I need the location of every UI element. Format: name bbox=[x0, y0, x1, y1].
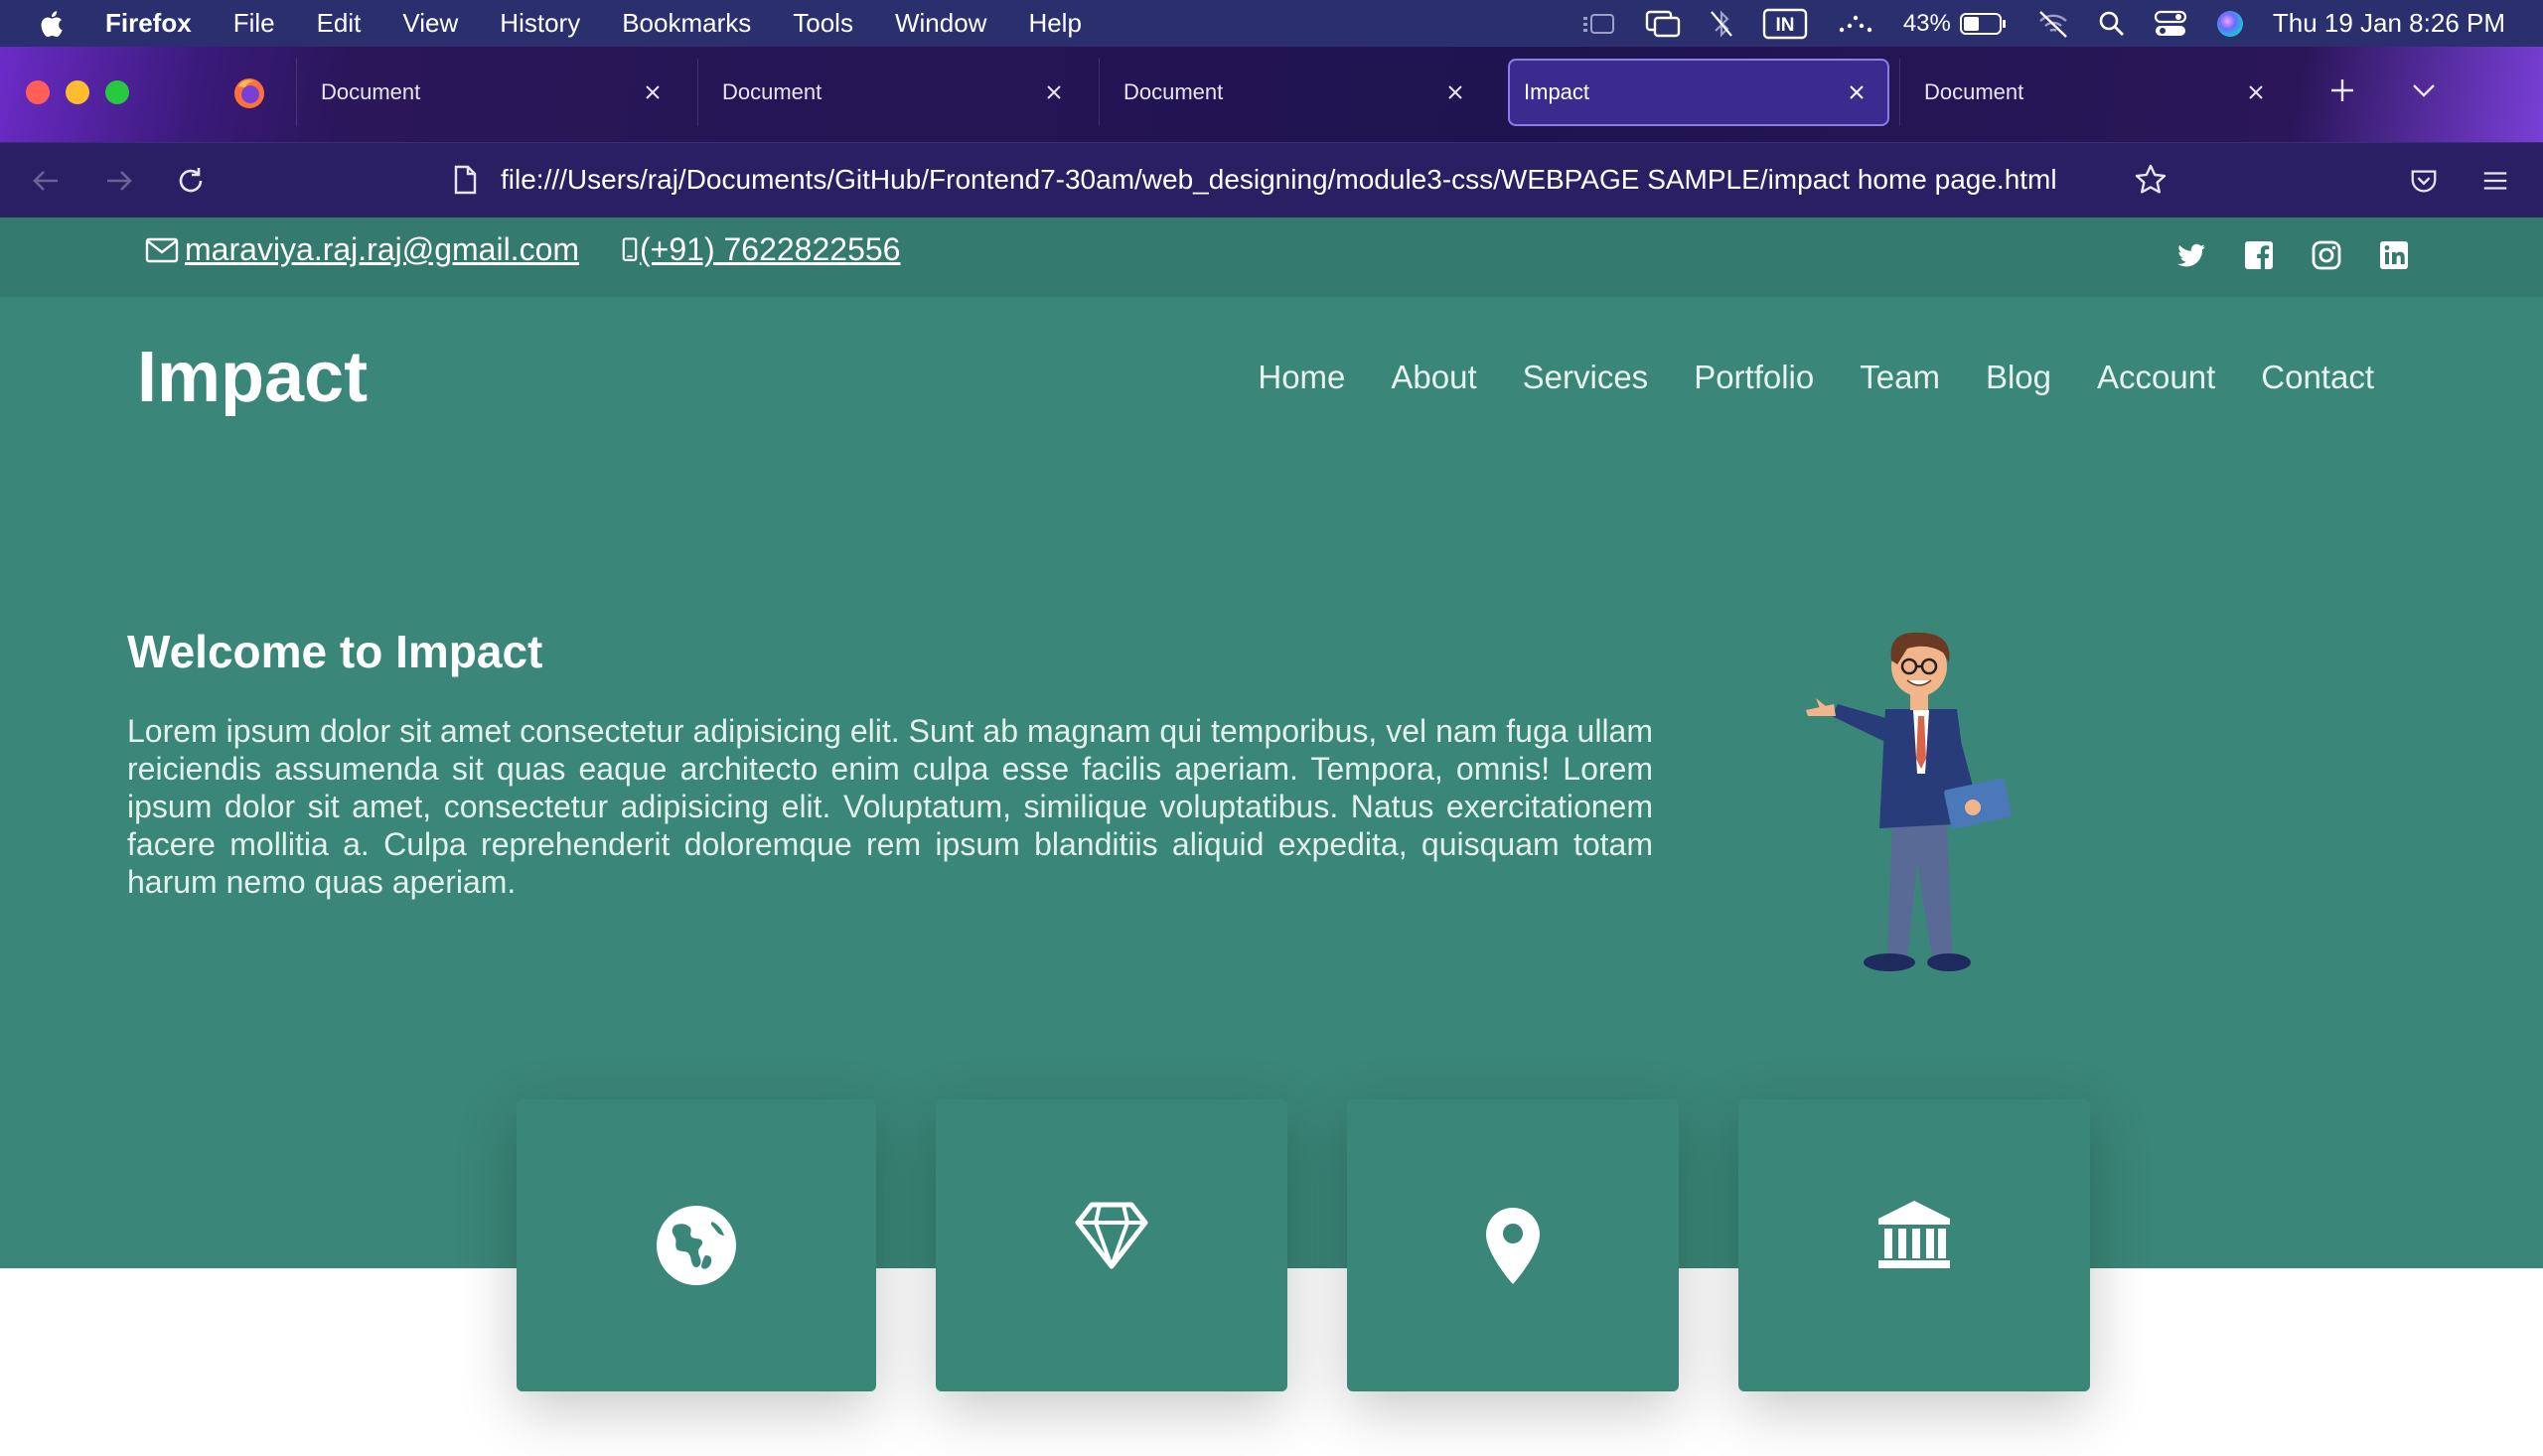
nav-services[interactable]: Services bbox=[1523, 359, 1649, 396]
menu-bookmarks[interactable]: Bookmarks bbox=[622, 8, 751, 39]
feature-card-location[interactable] bbox=[1347, 1099, 1679, 1391]
menu-bar-clock[interactable]: Thu 19 Jan 8:26 PM bbox=[2273, 8, 2505, 39]
back-arrow-icon[interactable] bbox=[26, 161, 66, 201]
envelope-icon bbox=[145, 237, 179, 262]
control-center-icon[interactable] bbox=[2154, 9, 2187, 39]
loading-dots-icon[interactable] bbox=[1836, 12, 1875, 36]
macos-menu-bar: Firefox File Edit View History Bookmarks… bbox=[0, 0, 2543, 47]
list-all-tabs-chevron-icon[interactable] bbox=[2404, 71, 2444, 110]
forward-arrow-icon[interactable] bbox=[99, 161, 139, 201]
nav-portfolio[interactable]: Portfolio bbox=[1694, 359, 1814, 396]
map-pin-icon bbox=[1486, 1208, 1540, 1284]
nav-account[interactable]: Account bbox=[2097, 359, 2215, 396]
browser-tab-strip: Document Document Document Impact Docume… bbox=[0, 47, 2543, 142]
diamond-icon bbox=[1075, 1202, 1148, 1269]
screen-mirroring-icon[interactable] bbox=[1645, 10, 1681, 38]
phone-link[interactable]: (+91) 7622822556 bbox=[622, 231, 900, 268]
menu-file[interactable]: File bbox=[233, 8, 275, 39]
hamburger-menu-icon[interactable] bbox=[2475, 161, 2515, 201]
window-zoom-button[interactable] bbox=[105, 80, 129, 104]
browser-nav-toolbar: file:///Users/raj/Documents/GitHub/Front… bbox=[0, 142, 2543, 218]
close-icon[interactable] bbox=[2245, 81, 2267, 103]
menu-app-firefox[interactable]: Firefox bbox=[105, 8, 192, 39]
battery-icon[interactable] bbox=[1959, 11, 2009, 37]
instagram-icon[interactable] bbox=[2311, 239, 2342, 271]
page-top-contact-bar: maraviya.raj.raj@gmail.com (+91) 7622822… bbox=[0, 218, 2543, 297]
window-minimize-button[interactable] bbox=[66, 80, 89, 104]
main-navigation: Home About Services Portfolio Team Blog … bbox=[1212, 359, 2374, 396]
menu-window[interactable]: Window bbox=[895, 8, 986, 39]
input-source-badge[interactable]: IN bbox=[1762, 8, 1808, 40]
nav-about[interactable]: About bbox=[1391, 359, 1476, 396]
wifi-off-icon[interactable] bbox=[2036, 9, 2070, 39]
feature-card-diamond[interactable] bbox=[936, 1099, 1287, 1391]
pocket-icon[interactable] bbox=[2404, 161, 2444, 201]
address-bar[interactable]: file:///Users/raj/Documents/GitHub/Front… bbox=[435, 149, 2181, 211]
close-icon[interactable] bbox=[642, 81, 664, 103]
menu-history[interactable]: History bbox=[500, 8, 580, 39]
svg-text:IN: IN bbox=[1775, 15, 1794, 36]
apple-icon[interactable] bbox=[38, 9, 66, 39]
reload-icon[interactable] bbox=[171, 161, 211, 201]
nav-contact[interactable]: Contact bbox=[2261, 359, 2374, 396]
facebook-icon[interactable] bbox=[2243, 239, 2275, 271]
feature-card-institution[interactable] bbox=[1738, 1099, 2090, 1391]
nav-blog[interactable]: Blog bbox=[1986, 359, 2051, 396]
stage-manager-icon[interactable] bbox=[1581, 11, 1617, 37]
nav-home[interactable]: Home bbox=[1258, 359, 1345, 396]
tab-document-5[interactable]: Document bbox=[1899, 59, 2287, 126]
window-close-button[interactable] bbox=[26, 80, 50, 104]
phone-icon bbox=[622, 236, 638, 261]
tab-impact-active[interactable]: Impact bbox=[1508, 59, 1889, 126]
linkedin-icon[interactable] bbox=[2378, 239, 2410, 271]
businessman-illustration bbox=[1806, 632, 2012, 971]
globe-icon bbox=[657, 1206, 736, 1285]
page-document-icon bbox=[454, 165, 477, 195]
spotlight-search-icon[interactable] bbox=[2098, 10, 2126, 38]
close-icon[interactable] bbox=[1846, 81, 1868, 103]
bank-icon bbox=[1878, 1201, 1950, 1268]
bluetooth-off-icon[interactable] bbox=[1709, 9, 1734, 39]
close-icon[interactable] bbox=[1043, 81, 1065, 103]
menu-view[interactable]: View bbox=[402, 8, 458, 39]
siri-icon[interactable] bbox=[2215, 9, 2245, 39]
tab-document-3[interactable]: Document bbox=[1099, 59, 1486, 126]
hero-title: Welcome to Impact bbox=[127, 626, 543, 677]
battery-percentage: 43% bbox=[1902, 9, 1951, 37]
menu-help[interactable]: Help bbox=[1028, 8, 1081, 39]
site-logo[interactable]: Impact bbox=[137, 337, 368, 418]
social-links bbox=[2140, 239, 2410, 271]
feature-card-globe[interactable] bbox=[517, 1099, 876, 1391]
close-icon[interactable] bbox=[1444, 81, 1466, 103]
tab-document-1[interactable]: Document bbox=[296, 59, 683, 126]
nav-team[interactable]: Team bbox=[1860, 359, 1940, 396]
email-link[interactable]: maraviya.raj.raj@gmail.com bbox=[145, 231, 579, 268]
new-tab-plus-icon[interactable] bbox=[2322, 71, 2362, 110]
menu-bar-status-area: IN 43% Thu 19 Jan 8:26 PM bbox=[1581, 0, 2543, 47]
tab-document-2[interactable]: Document bbox=[697, 59, 1085, 126]
hero-paragraph: Lorem ipsum dolor sit amet consectetur a… bbox=[127, 713, 1653, 900]
menu-edit[interactable]: Edit bbox=[317, 8, 362, 39]
bookmark-star-icon[interactable] bbox=[2134, 163, 2168, 197]
menu-tools[interactable]: Tools bbox=[793, 8, 853, 39]
address-bar-url[interactable]: file:///Users/raj/Documents/GitHub/Front… bbox=[501, 164, 2134, 196]
web-page-content: maraviya.raj.raj@gmail.com (+91) 7622822… bbox=[0, 218, 2543, 1456]
firefox-view-icon[interactable] bbox=[232, 76, 266, 110]
twitter-icon[interactable] bbox=[2175, 239, 2207, 271]
